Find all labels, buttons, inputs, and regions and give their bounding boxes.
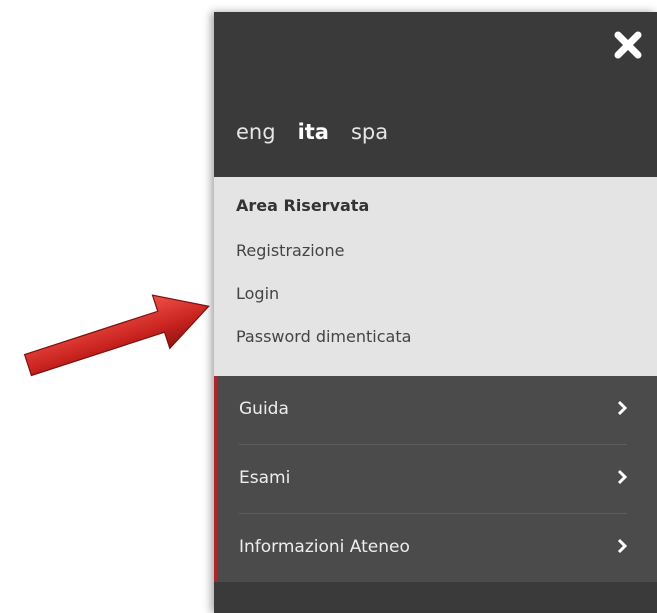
nav-item-label: Informazioni Ateneo <box>239 537 410 557</box>
reserved-area: Area Riservata Registrazione Login Passw… <box>214 177 657 376</box>
chevron-right-icon <box>617 538 627 554</box>
main-nav: Guida Esami Informazioni Ateneo <box>214 376 657 582</box>
nav-item-informazioni-ateneo[interactable]: Informazioni Ateneo <box>217 514 657 582</box>
lang-spa-link[interactable]: spa <box>351 120 388 144</box>
arrow-pointer-icon <box>23 294 210 377</box>
registration-link[interactable]: Registrazione <box>236 241 344 260</box>
close-icon[interactable] <box>613 30 643 60</box>
side-menu-panel: eng ita spa Area Riservata Registrazione… <box>214 12 657 613</box>
nav-item-esami[interactable]: Esami <box>217 445 657 513</box>
lang-ita-link[interactable]: ita <box>298 120 329 144</box>
chevron-right-icon <box>617 400 627 416</box>
nav-item-guida[interactable]: Guida <box>217 376 657 444</box>
chevron-right-icon <box>617 469 627 485</box>
menu-footer <box>214 582 657 613</box>
language-selector: eng ita spa <box>236 120 388 144</box>
forgot-password-link[interactable]: Password dimenticata <box>236 327 411 346</box>
reserved-area-title: Area Riservata <box>236 196 370 215</box>
nav-item-label: Guida <box>239 399 289 419</box>
nav-item-label: Esami <box>239 468 291 488</box>
lang-eng-link[interactable]: eng <box>236 120 276 144</box>
login-link[interactable]: Login <box>236 284 279 303</box>
